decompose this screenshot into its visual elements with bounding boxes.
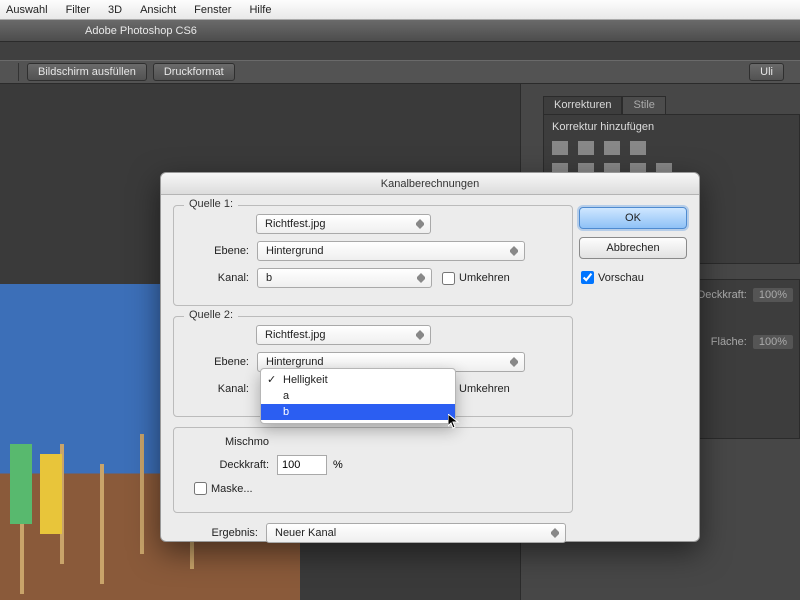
- cursor-icon: [448, 414, 460, 430]
- mask-label: Maske...: [211, 483, 253, 495]
- opacity-input[interactable]: [277, 455, 327, 475]
- preview-label: Vorschau: [598, 272, 644, 284]
- result-label: Ergebnis:: [173, 527, 258, 539]
- blend-label: Mischmo: [184, 436, 269, 448]
- dialog-title: Kanalberechnungen: [161, 173, 699, 195]
- menu-auswahl[interactable]: Auswahl: [6, 4, 48, 16]
- levels-icon[interactable]: [578, 141, 594, 155]
- preview-checkbox[interactable]: [581, 271, 594, 284]
- menu-fenster[interactable]: Fenster: [194, 4, 231, 16]
- curves-icon[interactable]: [604, 141, 620, 155]
- source1-layer-select[interactable]: Hintergrund: [257, 241, 525, 261]
- panel-tabs: Korrekturen Stile: [543, 96, 800, 114]
- app-title-bar: Adobe Photoshop CS6: [0, 20, 800, 42]
- opacity-dlg-label: Deckkraft:: [184, 459, 269, 471]
- source1-file-select[interactable]: Richtfest.jpg: [256, 214, 431, 234]
- source1-channel-select[interactable]: b: [257, 268, 432, 288]
- source2-legend: Quelle 2:: [184, 309, 238, 321]
- menu-3d[interactable]: 3D: [108, 4, 122, 16]
- invert2-label: Umkehren: [459, 383, 510, 395]
- mask-checkbox-group[interactable]: Maske...: [194, 482, 253, 495]
- app-title: Adobe Photoshop CS6: [85, 25, 197, 37]
- ok-button[interactable]: OK: [579, 207, 687, 229]
- result-select[interactable]: Neuer Kanal: [266, 523, 566, 543]
- invert1-checkbox-group[interactable]: Umkehren: [442, 272, 510, 285]
- source1-group: Quelle 1: Richtfest.jpg Ebene: Hintergru…: [173, 205, 573, 306]
- exposure-icon[interactable]: [630, 141, 646, 155]
- channel1-label: Kanal:: [184, 272, 249, 284]
- menu-filter[interactable]: Filter: [66, 4, 90, 16]
- cancel-button[interactable]: Abbrechen: [579, 237, 687, 259]
- tab-korrekturen[interactable]: Korrekturen: [543, 96, 622, 114]
- mask-checkbox[interactable]: [194, 482, 207, 495]
- dropdown-item-a[interactable]: a: [261, 388, 455, 404]
- brightness-icon[interactable]: [552, 141, 568, 155]
- print-format-button[interactable]: Druckformat: [153, 63, 235, 81]
- source1-legend: Quelle 1:: [184, 198, 238, 210]
- fill-value[interactable]: 100%: [753, 335, 793, 349]
- fill-label: Fläche:: [711, 336, 747, 348]
- menu-ansicht[interactable]: Ansicht: [140, 4, 176, 16]
- preview-checkbox-group[interactable]: Vorschau: [581, 271, 687, 284]
- divider: [18, 63, 19, 81]
- blending-group: Mischmo Deckkraft: % Maske...: [173, 427, 573, 513]
- invert1-checkbox[interactable]: [442, 272, 455, 285]
- layer1-label: Ebene:: [184, 245, 249, 257]
- os-menu-bar: Auswahl Filter 3D Ansicht Fenster Hilfe: [0, 0, 800, 20]
- opacity-value[interactable]: 100%: [753, 288, 793, 302]
- layer2-label: Ebene:: [184, 356, 249, 368]
- menu-hilfe[interactable]: Hilfe: [249, 4, 271, 16]
- dropdown-item-helligkeit[interactable]: Helligkeit: [261, 372, 455, 388]
- invert1-label: Umkehren: [459, 272, 510, 284]
- tab-stile[interactable]: Stile: [622, 96, 665, 114]
- opacity-unit: %: [333, 459, 343, 471]
- dropdown-item-b[interactable]: b: [261, 404, 455, 420]
- fill-screen-button[interactable]: Bildschirm ausfüllen: [27, 63, 147, 81]
- calculations-dialog: Kanalberechnungen OK Abbrechen Vorschau …: [160, 172, 700, 542]
- options-bar: Bildschirm ausfüllen Druckformat Uli: [0, 60, 800, 84]
- channel2-dropdown-menu: Helligkeit a b: [260, 368, 456, 424]
- add-correction-label: Korrektur hinzufügen: [552, 121, 791, 133]
- opacity-label: Deckkraft:: [697, 289, 747, 301]
- channel2-label: Kanal:: [184, 383, 249, 395]
- user-button[interactable]: Uli: [749, 63, 784, 81]
- source2-file-select[interactable]: Richtfest.jpg: [256, 325, 431, 345]
